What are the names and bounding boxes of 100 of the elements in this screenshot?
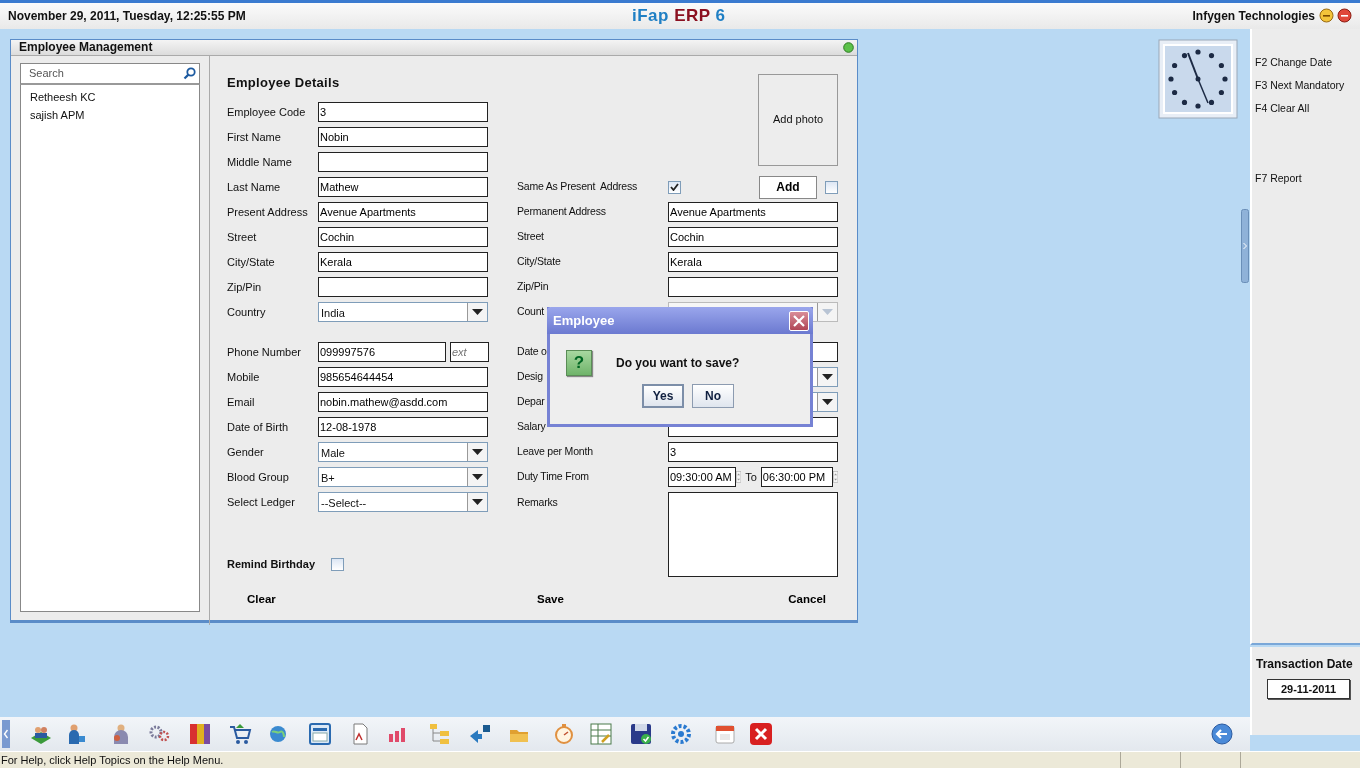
window-button-icon[interactable] xyxy=(843,41,854,53)
text-field[interactable]: Avenue Apartments xyxy=(318,202,488,222)
field-label: Street xyxy=(517,229,544,245)
caret-icon xyxy=(472,449,483,455)
field-label: Zip/Pin xyxy=(517,279,549,295)
caret-icon xyxy=(822,399,833,405)
collapse-handle-icon[interactable] xyxy=(1241,208,1249,283)
field-label: Desig xyxy=(517,369,543,385)
field-label: Blood Group xyxy=(227,469,289,485)
field-label: Salary xyxy=(517,419,546,435)
field-label: First Name xyxy=(227,129,281,145)
ext-field[interactable]: ext xyxy=(450,342,489,362)
add-button[interactable]: Add xyxy=(759,175,817,199)
settings-icon[interactable] xyxy=(669,721,693,746)
dialog-button[interactable]: No xyxy=(692,384,734,408)
text-field[interactable]: Kerala xyxy=(318,252,488,272)
dropdown[interactable]: Male xyxy=(318,442,488,462)
field-label: Employee Code xyxy=(227,104,306,120)
cart-icon[interactable] xyxy=(228,721,252,746)
text-field[interactable] xyxy=(318,277,488,297)
search-icon[interactable] xyxy=(183,66,196,80)
field-label: Country xyxy=(227,304,266,320)
field-label: Street xyxy=(227,229,257,245)
text-field[interactable]: 3 xyxy=(668,442,838,462)
dialog-title: Employee xyxy=(553,311,615,330)
text-field[interactable]: Mathew xyxy=(318,177,488,197)
text-field[interactable] xyxy=(668,277,838,297)
function-key-hint[interactable]: F2 Change Date xyxy=(1255,54,1360,78)
save-icon[interactable] xyxy=(629,721,653,746)
text-field[interactable] xyxy=(318,152,488,172)
dialog-button[interactable]: Yes xyxy=(642,384,684,408)
dropdown[interactable]: India xyxy=(318,302,488,322)
function-key-hint[interactable]: F7 Report xyxy=(1255,170,1360,194)
field-label: Duty Time From xyxy=(517,469,589,485)
status-text: For Help, click Help Topics on the Help Menu. xyxy=(0,753,225,768)
dialog-message: Do you want to save? xyxy=(616,355,740,372)
caret-icon xyxy=(822,374,833,380)
caret-icon xyxy=(472,474,483,480)
caret-icon xyxy=(472,309,483,315)
to-label: To xyxy=(744,469,758,485)
text-field[interactable]: nobin.mathew@asdd.com xyxy=(318,392,488,412)
field-label: Date o xyxy=(517,344,547,360)
time-field[interactable]: 09:30:00 AM xyxy=(668,467,736,487)
field-label: Email xyxy=(227,394,255,410)
scroll-left-icon[interactable] xyxy=(2,719,10,748)
app-title: iFap ERP 6 xyxy=(631,5,727,27)
text-field[interactable]: 3 xyxy=(318,102,488,122)
check-icon xyxy=(670,183,679,191)
field-label: Present Address xyxy=(227,204,308,220)
field-label: Gender xyxy=(227,444,264,460)
close-button[interactable] xyxy=(789,310,809,331)
text-field[interactable]: 985654644454 xyxy=(318,367,488,387)
text-field[interactable]: Cochin xyxy=(668,227,838,247)
phone-field[interactable]: 099997576 xyxy=(318,342,446,362)
function-key-hint[interactable]: F4 Clear All xyxy=(1255,100,1360,124)
field-label: Leave per Month xyxy=(517,444,593,460)
binders-icon[interactable] xyxy=(188,721,212,746)
field-label: Remarks xyxy=(517,494,558,510)
minimize-icon[interactable] xyxy=(1319,8,1334,24)
employee-item[interactable]: Retheesh KC xyxy=(21,87,199,106)
field-label: Date of Birth xyxy=(227,419,289,435)
action-button[interactable]: Cancel xyxy=(784,588,830,611)
company-name: Infygen Technologies xyxy=(1192,7,1315,25)
dropdown[interactable]: B+ xyxy=(318,467,488,487)
checkbox[interactable] xyxy=(331,557,344,571)
spreadsheet-icon[interactable] xyxy=(589,721,613,746)
window-icon[interactable] xyxy=(308,721,332,746)
field-label: Select Ledger xyxy=(227,494,295,510)
time-field[interactable]: 06:30:00 PM xyxy=(760,467,833,487)
question-icon: ? xyxy=(566,350,592,376)
photo-box[interactable]: Add photo xyxy=(758,73,838,166)
field-label: Same As Present Address xyxy=(517,179,638,195)
text-field[interactable]: Kerala xyxy=(668,252,838,272)
field-label: City/State xyxy=(227,254,275,270)
field-label: Mobile xyxy=(227,369,260,385)
back-icon[interactable] xyxy=(1210,721,1234,746)
section-title: Employee Details xyxy=(227,73,341,92)
text-field[interactable]: Avenue Apartments xyxy=(668,202,838,222)
transaction-date-label: Transaction Date xyxy=(1256,655,1354,673)
checkbox[interactable] xyxy=(825,180,838,194)
action-button[interactable]: Clear xyxy=(243,588,280,611)
employee-item[interactable]: sajish APM xyxy=(21,106,199,125)
field-label: Middle Name xyxy=(227,154,292,170)
caret-icon xyxy=(472,499,483,505)
remarks-field[interactable] xyxy=(668,491,838,577)
field-label: City/State xyxy=(517,254,561,270)
dropdown[interactable]: --Select-- xyxy=(318,492,488,512)
close-icon[interactable] xyxy=(749,721,773,746)
transaction-date-field[interactable]: 29-11-2011 xyxy=(1267,678,1350,699)
search-field[interactable]: Search xyxy=(20,62,200,85)
text-field[interactable]: Nobin xyxy=(318,127,488,147)
action-button[interactable]: Save xyxy=(533,588,568,611)
checkbox[interactable] xyxy=(668,180,681,194)
field-label: Remind Birthday xyxy=(227,556,315,572)
text-field[interactable]: 12-08-1978 xyxy=(318,417,488,437)
text-field[interactable]: Cochin xyxy=(318,227,488,247)
function-key-hint[interactable]: F3 Next Mandatory xyxy=(1255,77,1360,101)
field-label: Last Name xyxy=(227,179,281,195)
close-icon[interactable] xyxy=(1337,8,1352,24)
field-label: Zip/Pin xyxy=(227,279,262,295)
